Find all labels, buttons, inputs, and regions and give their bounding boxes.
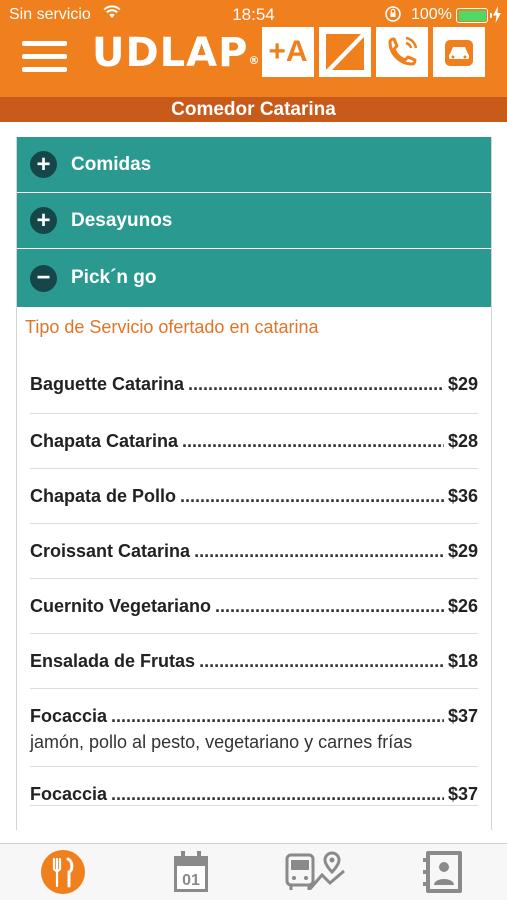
dot-leader — [182, 431, 444, 452]
item-price: $28 — [447, 431, 478, 451]
battery-icon — [456, 8, 492, 23]
dot-leader — [188, 374, 444, 395]
item-description: jamón, pollo al pesto, vegetariano y car… — [30, 732, 413, 752]
car-button[interactable] — [433, 27, 485, 77]
dot-leader — [194, 541, 444, 562]
app-header: Sin servicio 18:54 100% UDLAP® +A — [0, 0, 507, 97]
calendar-icon: 01 — [174, 851, 208, 892]
menu-item: Chapata Catarina $28 — [30, 414, 478, 469]
dot-leader — [111, 784, 444, 805]
flag-icon — [326, 34, 364, 70]
tab-bar: 01 — [0, 843, 507, 900]
item-price: $29 — [447, 374, 478, 394]
hamburger-icon[interactable] — [22, 41, 67, 73]
accordion-pick-n-go[interactable]: − Pick´n go — [17, 249, 491, 307]
logo-text: UDLAP — [92, 30, 249, 76]
service-type-label: Tipo de Servicio ofertado en catarina — [25, 317, 319, 337]
menu-item: Ensalada de Frutas $18 — [30, 634, 478, 689]
menu-item: Baguette Catarina $29 — [30, 357, 478, 414]
car-icon — [445, 40, 473, 66]
item-price: $37 — [447, 784, 478, 804]
item-price: $37 — [447, 706, 478, 726]
accordion-label: Desayunos — [71, 209, 173, 231]
item-price: $36 — [447, 486, 478, 506]
battery-percent: 100% — [411, 6, 452, 23]
item-price: $18 — [447, 651, 478, 671]
plus-a-button[interactable]: +A — [262, 27, 314, 77]
tab-dining[interactable] — [39, 849, 87, 895]
item-name: Ensalada de Frutas — [30, 651, 196, 671]
item-name: Croissant Catarina — [30, 541, 191, 561]
item-price: $29 — [447, 541, 478, 561]
bus-map-icon — [285, 851, 345, 890]
menu-item: Focaccia $37 — [30, 767, 478, 806]
accordion-label: Comidas — [71, 153, 152, 175]
plus-icon: + — [30, 151, 57, 178]
accordion-label: Pick´n go — [71, 267, 157, 288]
minus-icon: − — [30, 264, 57, 292]
menu-item: Cuernito Vegetariano $26 — [30, 579, 478, 634]
tab-calendar[interactable]: 01 — [167, 849, 215, 895]
item-name: Focaccia — [30, 784, 108, 804]
item-name: Chapata de Pollo — [30, 486, 177, 506]
dot-leader — [111, 706, 444, 727]
dot-leader — [199, 651, 444, 672]
accordion-comidas[interactable]: + Comidas — [17, 137, 491, 193]
item-name: Baguette Catarina — [30, 374, 185, 394]
udlap-logo: UDLAP® — [92, 30, 260, 76]
status-bar: Sin servicio 18:54 100% — [0, 0, 507, 30]
phone-icon — [388, 36, 418, 66]
menu-item: Chapata de Pollo $36 — [30, 469, 478, 524]
flag-button[interactable] — [319, 27, 371, 77]
menu-list: Baguette Catarina $29 Chapata Catarina $28… — [17, 357, 491, 806]
phone-button[interactable] — [376, 27, 428, 77]
plus-a-icon: +A — [268, 35, 308, 68]
item-price: $26 — [447, 596, 478, 616]
page-title: Comedor Catarina — [0, 97, 507, 122]
menu-item: Focaccia $37 jamón, pollo al pesto, veget… — [30, 689, 478, 767]
tab-transport[interactable] — [284, 849, 348, 895]
registered-mark: ® — [248, 54, 261, 67]
dot-leader — [180, 486, 444, 507]
rotation-lock-icon — [384, 5, 402, 28]
dot-leader — [215, 596, 444, 617]
plus-icon: + — [30, 207, 57, 234]
tab-directory[interactable] — [420, 849, 468, 895]
menu-item: Croissant Catarina $29 — [30, 524, 478, 579]
menu-panel: + Comidas + Desayunos − Pick´n go Tipo d… — [16, 137, 492, 830]
charging-bolt-icon — [492, 6, 502, 28]
contacts-book-icon — [423, 851, 462, 893]
item-name: Chapata Catarina — [30, 431, 179, 451]
accordion-desayunos[interactable]: + Desayunos — [17, 193, 491, 249]
calendar-day: 01 — [182, 872, 200, 889]
fork-knife-icon — [41, 850, 85, 894]
item-name: Focaccia — [30, 706, 108, 726]
item-name: Cuernito Vegetariano — [30, 596, 212, 616]
